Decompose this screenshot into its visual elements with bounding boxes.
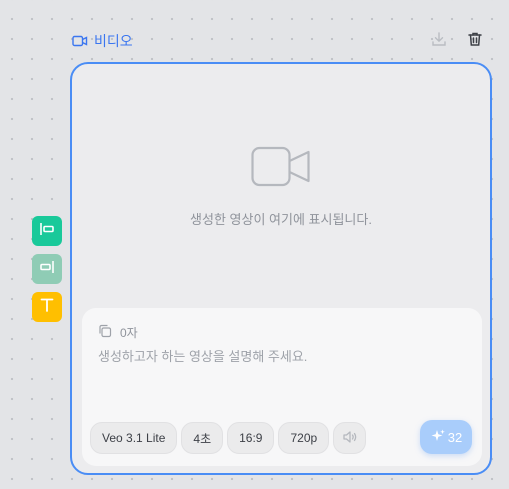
text-tool[interactable] [32, 292, 62, 322]
char-count-label: 0자 [120, 326, 138, 340]
video-camera-icon [251, 146, 311, 193]
video-camera-icon [72, 35, 88, 47]
prompt-input[interactable] [98, 346, 468, 406]
header-actions [428, 30, 486, 52]
align-right-icon [38, 258, 56, 281]
video-preview-area: 생성한 영상이 여기에 표시됩니다. [72, 64, 490, 309]
download-icon [431, 31, 447, 52]
generate-cost: 32 [447, 429, 463, 445]
duration-select[interactable]: 4초 [181, 422, 224, 454]
generate-button[interactable]: 32 [420, 420, 472, 454]
audio-toggle[interactable] [333, 422, 367, 454]
option-chips: Veo 3.1 Lite 4초 16:9 720p [90, 422, 367, 454]
align-left-icon [38, 220, 56, 243]
model-select[interactable]: Veo 3.1 Lite [90, 422, 178, 454]
speaker-icon [342, 430, 358, 447]
text-t-icon [38, 296, 56, 319]
aspect-ratio-select[interactable]: 16:9 [227, 422, 275, 454]
node-title-label: 비디오 [94, 33, 133, 49]
align-right-tool[interactable] [32, 254, 62, 284]
sparkle-icon [430, 428, 446, 447]
node-title[interactable]: 비디오 [72, 31, 133, 51]
node-header: 비디오 [72, 30, 486, 52]
copy-icon[interactable] [98, 324, 112, 341]
trash-icon [467, 31, 483, 52]
align-left-tool[interactable] [32, 216, 62, 246]
left-toolbar [32, 216, 62, 322]
download-button[interactable] [428, 30, 450, 52]
resolution-select[interactable]: 720p [278, 422, 330, 454]
preview-placeholder-text: 생성한 영상이 여기에 표시됩니다. [190, 212, 372, 227]
prompt-panel: 0자 Veo 3.1 Lite 4초 16:9 720p [82, 308, 482, 466]
delete-button[interactable] [464, 30, 486, 52]
char-counter: 0자 [98, 324, 138, 341]
video-node-card[interactable]: 생성한 영상이 여기에 표시됩니다. 0자 Veo 3.1 Lite 4초 16… [70, 62, 492, 475]
